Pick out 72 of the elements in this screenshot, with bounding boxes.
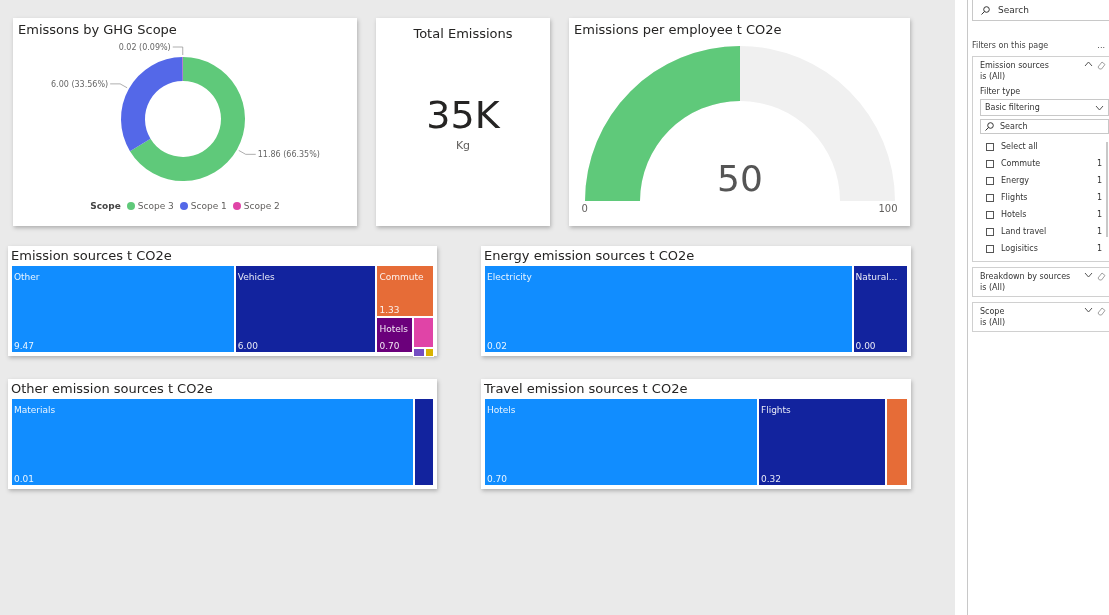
chart-title: Travel emission sources t CO2e <box>483 380 689 398</box>
chevron-down-icon[interactable] <box>1084 272 1093 278</box>
treemap-tile: Flights 0.32 <box>757 398 886 486</box>
filter-card[interactable]: Scope is (All) <box>972 302 1109 332</box>
checkbox[interactable] <box>986 193 994 202</box>
filter-summary: is (All) <box>980 72 1007 81</box>
filter-card[interactable]: Emission sources is (All) Filter type Basic filtering Search Select all Commute 1 Energy 1 Flights 1 Hotels 1 Land travel 1 Logisitics 1 <box>972 56 1109 262</box>
option-count: 1 <box>1096 210 1103 219</box>
data-label: 11.86 (66.35%) <box>257 150 320 160</box>
treemap-tile: Materials 0.01 <box>11 398 414 486</box>
legend-label: Scope 3 <box>137 201 174 211</box>
treemap-tile: Hotels 0.70 <box>376 317 414 353</box>
treemap-tile: Other 9.47 <box>11 265 235 353</box>
gauge-min: 0 <box>581 203 588 214</box>
legend-title: Scope <box>90 201 121 211</box>
filter-option[interactable]: Flights <box>1001 193 1090 202</box>
chart-title: Energy emission sources t CO2e <box>483 247 696 265</box>
filter-name: Scope <box>980 307 1005 316</box>
leader-line <box>238 150 257 155</box>
checkbox[interactable] <box>986 244 994 253</box>
filter-type-label: Filter type <box>980 87 1022 96</box>
gauge-max: 100 <box>878 203 898 214</box>
treemap-tile: Natural... 0.00 <box>852 265 908 353</box>
option-count: 1 <box>1096 227 1103 236</box>
filter-option[interactable]: Commute <box>1001 159 1090 168</box>
filter-option[interactable]: Land travel <box>1001 227 1090 236</box>
card-title: Total Emissions <box>412 25 514 41</box>
chevron-up-icon[interactable] <box>1084 61 1093 67</box>
unit-label: Kg <box>455 139 471 152</box>
checkbox[interactable] <box>986 227 994 236</box>
search-field[interactable]: Search <box>972 0 1109 21</box>
more-button[interactable]: ... <box>1097 41 1105 50</box>
leader-line <box>172 46 184 56</box>
chart-title: Emission sources t CO2e <box>10 247 173 265</box>
chart-title: Emissions per employee t CO2e <box>573 21 783 37</box>
legend-label: Scope 1 <box>190 201 227 211</box>
filter-summary: is (All) <box>980 318 1007 327</box>
filter-type-dropdown[interactable]: Basic filtering <box>980 99 1109 116</box>
treemap-tile: Hotels 0.70 <box>484 398 758 486</box>
search-field[interactable]: Search <box>980 119 1109 134</box>
checkbox[interactable] <box>986 159 994 168</box>
chart-title: Emissons by GHG Scope <box>17 21 178 37</box>
data-label: 0.02 (0.09%) <box>118 43 171 52</box>
treemap-tile: Commute 1.33 <box>376 265 434 318</box>
treemap-tile: Vehicles 6.00 <box>234 265 377 353</box>
checkbox[interactable] <box>986 176 994 185</box>
filter-option[interactable]: Energy <box>1001 176 1090 185</box>
gauge-value: 50 <box>716 158 763 199</box>
filter-option[interactable]: Hotels <box>1001 210 1090 219</box>
data-label: 6.00 (33.56%) <box>51 79 109 89</box>
search-icon <box>981 5 990 15</box>
legend-label: Scope 2 <box>243 201 280 211</box>
chevron-down-icon[interactable] <box>1095 104 1104 111</box>
filter-summary: is (All) <box>980 283 1007 292</box>
checkbox[interactable] <box>986 210 994 219</box>
chart-title: Other emission sources t CO2e <box>10 380 214 398</box>
total-value: 35K <box>426 93 500 137</box>
pane-heading: Filters on this page <box>972 41 1049 50</box>
option-count: 1 <box>1096 176 1103 185</box>
filter-name: Emission sources <box>980 61 1049 70</box>
filter-card[interactable]: Breakdown by sources is (All) <box>972 267 1109 297</box>
checkbox[interactable] <box>986 142 994 151</box>
filter-option[interactable]: Select all <box>1001 142 1106 151</box>
filter-name: Breakdown by sources <box>980 272 1071 281</box>
treemap-tile: Electricity 0.02 <box>484 265 853 353</box>
option-count: 1 <box>1096 193 1103 202</box>
filter-option[interactable]: Logisitics <box>1001 244 1090 253</box>
option-count: 1 <box>1096 244 1103 253</box>
leader-line <box>109 83 128 89</box>
search-icon <box>985 122 994 131</box>
option-count: 1 <box>1096 159 1103 168</box>
chevron-down-icon[interactable] <box>1084 307 1093 313</box>
